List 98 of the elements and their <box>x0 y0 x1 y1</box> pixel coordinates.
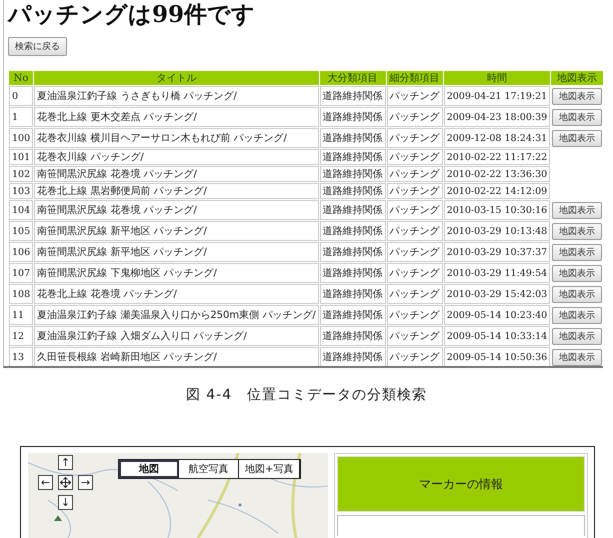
map-button[interactable]: 地図表示 <box>552 286 602 302</box>
map-button[interactable]: 地図表示 <box>552 264 602 282</box>
table-cell: 道路維持関係 <box>320 86 386 106</box>
table-cell: 道路維持関係 <box>320 284 386 304</box>
table-cell: 104 <box>9 200 34 220</box>
table-cell: パッチング <box>386 305 443 325</box>
table-cell: 2009-12-08 18:24:31 <box>444 128 550 148</box>
map-button[interactable]: 地図表示 <box>552 348 602 366</box>
table-cell: 道路維持関係 <box>320 183 386 199</box>
table-cell: 2010-03-29 11:49:54 <box>444 263 550 283</box>
table-cell: 花巻北上線 黒岩郵便局前 パッチング/ <box>34 183 319 199</box>
table-cell: 0 <box>9 86 34 106</box>
table-cell: 2009-05-14 10:50:36 <box>444 347 550 366</box>
table-cell: パッチング <box>386 86 443 106</box>
map-button[interactable]: 地図表示 <box>552 202 602 218</box>
map-button[interactable]: 地図表示 <box>552 88 602 104</box>
table-cell: 102 <box>9 166 34 182</box>
column-header: No <box>9 71 34 85</box>
map-button[interactable]: 地図表示 <box>552 328 602 344</box>
column-header: 細分類項目 <box>386 71 443 85</box>
table-cell: 南笹間黒沢尻線 花巻境 パッチング/ <box>34 200 319 220</box>
table-cell: 2010-03-29 10:13:48 <box>444 221 550 241</box>
table-cell: 夏油温泉江釣子線 うさぎもり橋 パッチング/ <box>34 86 319 106</box>
column-header: 地図表示 <box>551 71 603 85</box>
back-button[interactable]: 検索に戻る <box>8 37 67 56</box>
table-cell: 道路維持関係 <box>320 166 386 182</box>
table-cell: パッチング <box>386 284 443 304</box>
table-cell: 道路維持関係 <box>320 305 386 325</box>
figure-caption: 図 4-4 位置コミデータの分類検索 <box>186 387 428 403</box>
table-cell: 道路維持関係 <box>320 128 386 148</box>
page-title: パッチングは99件です <box>8 0 256 30</box>
table-cell: 道路維持関係 <box>320 347 386 366</box>
table-cell: 2009-04-23 18:00:39 <box>444 107 550 127</box>
map-button[interactable]: 地図表示 <box>552 244 602 260</box>
pan-button[interactable]: ↑ <box>58 455 73 470</box>
pan-button[interactable]: ↓ <box>58 495 73 510</box>
table-cell: パッチング <box>386 107 443 127</box>
panel-title: マーカーの情報 <box>419 476 503 492</box>
table-cell: 道路維持関係 <box>320 242 386 262</box>
map-button[interactable]: 地図表示 <box>552 108 602 126</box>
table-cell: 南笹間黒沢尻線 新平地区 パッチング/ <box>34 242 319 262</box>
map-button[interactable]: 地図表示 <box>552 222 602 240</box>
table-cell: パッチング <box>386 128 443 148</box>
table-cell: 2009-04-21 17:19:21 <box>444 86 550 106</box>
table-cell: 花巻北上線 花巻境 パッチング/ <box>34 284 319 304</box>
table-cell: 103 <box>9 183 34 199</box>
table-cell: 1 <box>9 107 34 127</box>
column-header: 時間 <box>444 71 550 85</box>
table-cell: 夏油温泉江釣子線 瀬美温泉入り口から250m東側 パッチング/ <box>34 305 319 325</box>
table-cell: パッチング <box>386 149 443 165</box>
table-cell: 2010-02-22 13:36:30 <box>444 166 550 182</box>
table-cell: 花巻衣川線 パッチング/ <box>34 149 319 165</box>
table-cell: 道路維持関係 <box>320 221 386 241</box>
table-cell: パッチング <box>386 200 443 220</box>
table-cell: パッチング <box>386 221 443 241</box>
table-cell: パッチング <box>386 263 443 283</box>
table-cell: 道路維持関係 <box>320 149 386 165</box>
column-header: 大分類項目 <box>320 71 386 85</box>
table-cell: 南笹間黒沢尻線 下鬼柳地区 パッチング/ <box>34 263 319 283</box>
table-cell: 106 <box>9 242 34 262</box>
table-cell: 108 <box>9 284 34 304</box>
table-cell: 花巻衣川線 横川目ヘアーサロン木もれび前 パッチング/ <box>34 128 319 148</box>
column-header: タイトル <box>34 71 319 85</box>
table-cell: 道路維持関係 <box>320 326 386 346</box>
table-cell: 100 <box>9 128 34 148</box>
table-cell: 2010-02-22 14:12:09 <box>444 183 550 199</box>
table-cell: 11 <box>9 305 34 325</box>
table-cell: 道路維持関係 <box>320 263 386 283</box>
table-cell: パッチング <box>386 166 443 182</box>
table-cell: パッチング <box>386 183 443 199</box>
table-cell: 13 <box>9 347 34 366</box>
table-cell: 花巻北上線 更木交差点 パッチング/ <box>34 107 319 127</box>
center-button[interactable] <box>58 475 73 490</box>
move-icon <box>60 477 71 488</box>
table-cell: 105 <box>9 221 34 241</box>
table-cell: 12 <box>9 326 34 346</box>
table-cell: 南笹間黒沢尻線 新平地区 パッチング/ <box>34 221 319 241</box>
table-cell: 南笹間黒沢尻線 花巻境 パッチング/ <box>34 166 319 182</box>
table-cell: パッチング <box>386 242 443 262</box>
table-cell: 2010-02-22 11:17:22 <box>444 149 550 165</box>
map-type-tab[interactable]: 地図 <box>119 460 179 478</box>
pan-button[interactable]: → <box>78 475 93 490</box>
table-cell: 夏油温泉江釣子線 入畑ダム入り口 パッチング/ <box>34 326 319 346</box>
table-cell: 101 <box>9 149 34 165</box>
table-cell: 2010-03-15 10:30:16 <box>444 200 550 220</box>
table-cell: 107 <box>9 263 34 283</box>
table-cell: 道路維持関係 <box>320 107 386 127</box>
map-button[interactable]: 地図表示 <box>552 306 602 324</box>
table-cell: パッチング <box>386 326 443 346</box>
table-cell: 2010-03-29 15:42:03 <box>444 284 550 304</box>
map-button[interactable]: 地図表示 <box>552 130 602 146</box>
table-cell: 道路維持関係 <box>320 200 386 220</box>
table-cell: 2009-05-14 10:33:14 <box>444 326 550 346</box>
table-cell: 久田笹長根線 岩崎新田地区 パッチング/ <box>34 347 319 366</box>
table-cell: 2009-05-14 10:23:40 <box>444 305 550 325</box>
table-cell: パッチング <box>386 347 443 366</box>
table-cell: 2010-03-29 10:37:37 <box>444 242 550 262</box>
pan-button[interactable]: ← <box>38 475 53 490</box>
